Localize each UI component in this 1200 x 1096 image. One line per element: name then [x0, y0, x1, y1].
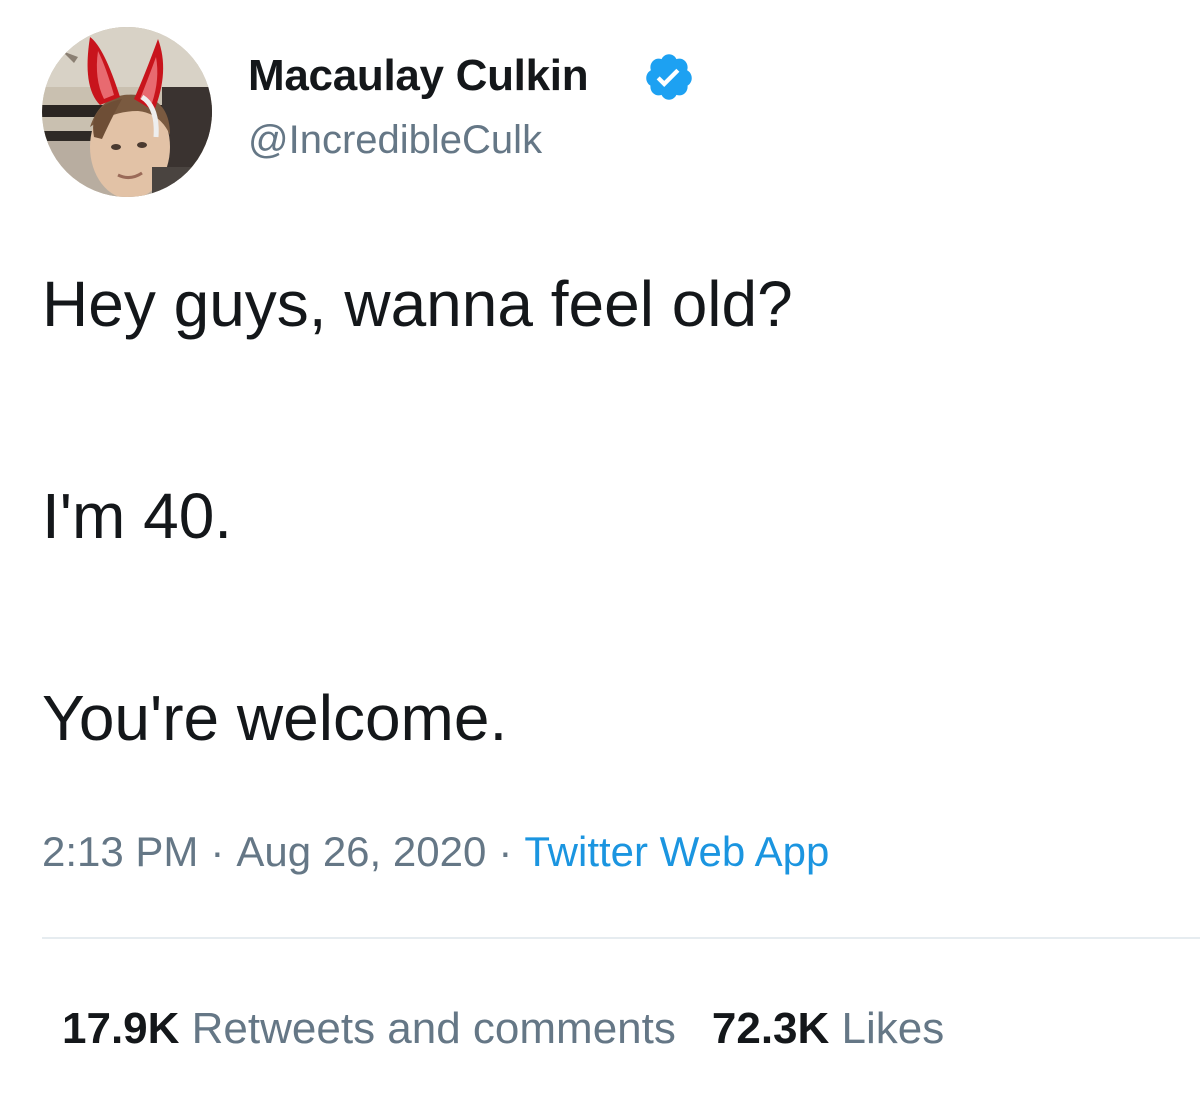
tweet-text-line-3: You're welcome. [42, 682, 508, 754]
tweet-stats: 17.9K Retweets and comments 72.3K Likes [62, 1002, 944, 1056]
tweet-card: Macaulay Culkin @IncredibleCulk Hey guys… [0, 0, 1200, 1096]
tweet-source-link[interactable]: Twitter Web App [524, 828, 829, 875]
meta-separator: · [210, 828, 225, 875]
author-name[interactable]: Macaulay Culkin [248, 50, 589, 102]
avatar[interactable] [42, 27, 212, 197]
retweets-label: Retweets and comments [191, 1004, 676, 1053]
retweets-count: 17.9K [62, 1004, 180, 1053]
likes-stat[interactable]: 72.3K Likes [712, 1002, 944, 1056]
tweet-meta: 2:13 PM · Aug 26, 2020 · Twitter Web App [42, 826, 829, 878]
tweet-text-line-2: I'm 40. [42, 480, 233, 552]
likes-count: 72.3K [711, 1004, 830, 1053]
divider [42, 937, 1200, 939]
likes-label: Likes [841, 1004, 945, 1053]
avatar-image [42, 27, 212, 197]
verified-badge-icon [643, 51, 695, 103]
tweet-date[interactable]: Aug 26, 2020 [236, 828, 486, 875]
tweet-text-line-1: Hey guys, wanna feel old? [42, 268, 793, 340]
tweet-time[interactable]: 2:13 PM [42, 828, 198, 875]
meta-separator: · [498, 828, 513, 875]
retweets-stat[interactable]: 17.9K Retweets and comments [62, 1002, 676, 1056]
author-handle[interactable]: @IncredibleCulk [248, 116, 542, 164]
